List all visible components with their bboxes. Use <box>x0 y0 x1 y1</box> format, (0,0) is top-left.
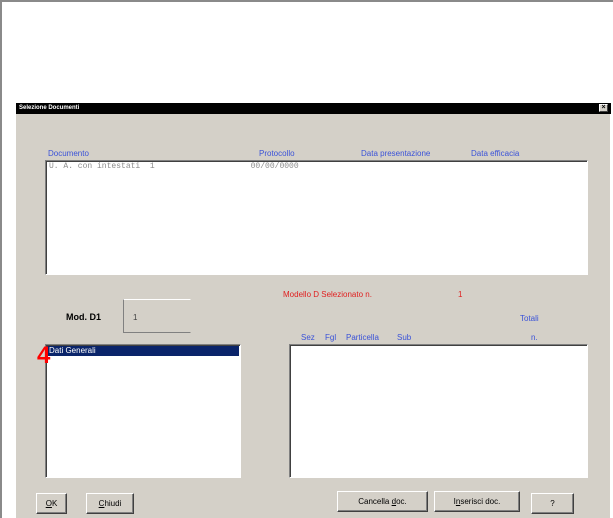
frame-top-border <box>0 0 613 2</box>
ok-label: K <box>51 499 58 508</box>
header-protocollo: Protocollo <box>259 149 295 158</box>
chiudi-label: hiudi <box>104 499 122 508</box>
cancella-label-pre: Cancella <box>358 497 392 506</box>
cancella-label-rest: oc. <box>396 497 407 506</box>
header-particella: Particella <box>346 333 379 342</box>
close-icon[interactable]: × <box>599 104 608 112</box>
header-sub: Sub <box>397 333 412 342</box>
header-data-efficacia: Data efficacia <box>471 149 520 158</box>
inserisci-doc-button[interactable]: Inserisci doc. <box>434 491 520 512</box>
header-documento: Documento <box>48 149 89 158</box>
documents-list[interactable]: U. A. con intestati 1 00/00/0000 <box>45 160 588 275</box>
document-row[interactable]: U. A. con intestati 1 00/00/0000 <box>49 162 299 171</box>
mod-label: Mod. D1 <box>66 312 101 322</box>
frame-left-border <box>0 0 2 518</box>
dati-list[interactable]: Dati Generali <box>45 344 241 478</box>
selezione-documenti-dialog: Selezione Documenti × Documento Protocol… <box>15 102 611 518</box>
header-fgl: Fgl <box>325 333 337 342</box>
mod-value: 1 <box>133 313 138 322</box>
title-bar[interactable]: Selezione Documenti × <box>16 103 611 114</box>
chiudi-button[interactable]: Chiudi <box>86 493 134 514</box>
list-item-dati-generali[interactable]: Dati Generali <box>47 346 239 356</box>
header-n: n. <box>531 333 538 342</box>
header-data-presentazione: Data presentazione <box>361 149 431 158</box>
window-title: Selezione Documenti <box>19 105 80 111</box>
modello-selezionato-label: Modello D Selezionato n. <box>283 290 372 299</box>
step-number: 4 <box>37 342 51 369</box>
modello-selezionato-value: 1 <box>458 290 463 299</box>
header-totali: Totali <box>520 314 539 323</box>
help-button[interactable]: ? <box>531 493 574 514</box>
mod-value-field: 1 <box>123 299 191 333</box>
particelle-list[interactable] <box>289 344 588 478</box>
inserisci-label-rest: serisci doc. <box>460 497 501 506</box>
header-sez: Sez <box>301 333 315 342</box>
cancella-doc-button[interactable]: Cancella doc. <box>337 491 428 512</box>
ok-button[interactable]: OK <box>36 493 67 514</box>
